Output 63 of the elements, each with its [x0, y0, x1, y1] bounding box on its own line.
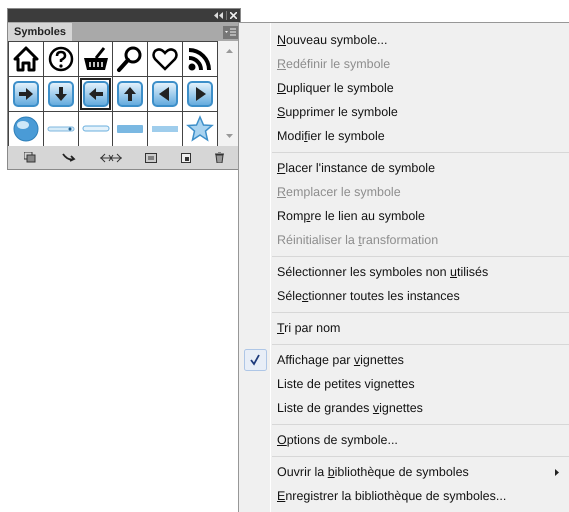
menu-item[interactable]: Sélectionner toutes les instances [239, 284, 569, 308]
place-arrow-icon[interactable] [62, 152, 76, 162]
arrow-down-icon [46, 80, 75, 108]
trash-icon[interactable] [215, 152, 224, 163]
arrow-right-icon [12, 80, 40, 108]
symbol-swatch[interactable] [183, 112, 217, 146]
arrow-left-icon [82, 80, 110, 108]
menu-item[interactable]: Liste de grandes vignettes [239, 396, 569, 420]
scrollbar[interactable] [218, 41, 240, 146]
scroll-up-icon[interactable] [226, 49, 232, 53]
symbol-swatch[interactable] [44, 42, 78, 76]
symbol-swatch[interactable] [44, 112, 78, 146]
symbol-swatch[interactable] [113, 112, 148, 146]
symbol-swatch[interactable] [78, 112, 112, 146]
options-icon[interactable] [145, 152, 158, 162]
help-icon [46, 45, 75, 73]
menu-item[interactable]: Nouveau symbole... [239, 28, 569, 52]
menu-item[interactable]: Options de symbole... [239, 428, 569, 452]
symbol-swatch[interactable] [148, 42, 182, 76]
menu-item[interactable]: Liste de petites vignettes [239, 372, 569, 396]
library-icon[interactable] [24, 152, 38, 164]
menu-item[interactable]: Ouvrir la bibliothèque de symboles [239, 460, 569, 484]
symbol-swatch[interactable] [78, 42, 112, 76]
symbols-tab[interactable]: Symboles [8, 23, 72, 41]
bar-icon [116, 124, 144, 134]
collapse-icon[interactable] [214, 12, 223, 19]
menu-item[interactable]: Sélectionner les symboles non utilisés [239, 260, 569, 284]
symbol-swatch[interactable] [44, 77, 78, 111]
symbol-swatch[interactable] [9, 42, 43, 76]
symbol-swatch[interactable] [113, 77, 148, 111]
close-icon[interactable] [230, 12, 237, 19]
menu-item[interactable]: Rompre le lien au symbole [239, 204, 569, 228]
symbol-swatch[interactable] [9, 77, 43, 111]
break-link-icon[interactable] [100, 152, 122, 162]
symbol-swatch[interactable] [183, 42, 217, 76]
symbol-swatch[interactable] [113, 42, 148, 76]
menu-item[interactable]: Modifier le symbole [239, 124, 569, 148]
arrow-up-icon [116, 80, 144, 108]
house-icon [12, 45, 40, 73]
scroll-down-icon[interactable] [226, 134, 232, 138]
symbol-swatch[interactable] [148, 112, 182, 146]
symbol-swatch[interactable] [78, 77, 112, 111]
new-symbol-icon[interactable] [181, 152, 192, 162]
sphere-icon [12, 115, 40, 143]
basket-icon [82, 45, 110, 73]
symbol-swatch[interactable] [148, 77, 182, 111]
menu-item[interactable]: Supprimer le symbole [239, 100, 569, 124]
star-icon [186, 115, 214, 143]
bar-icon [151, 124, 180, 134]
heart-icon [151, 45, 180, 73]
bar-icon [46, 124, 75, 134]
symbol-swatch[interactable] [183, 77, 217, 111]
triangle-left-icon [151, 80, 180, 108]
symbol-swatch[interactable] [9, 112, 43, 146]
triangle-right-icon [186, 80, 214, 108]
menu-item[interactable]: Tri par nom [239, 316, 569, 340]
menu-item[interactable]: Enregistrer la bibliothèque de symboles... [239, 484, 569, 508]
panel-menu-icon[interactable] [223, 26, 238, 39]
menu-item[interactable]: Dupliquer le symbole [239, 76, 569, 100]
menu-item[interactable]: Affichage par vignettes [239, 348, 569, 372]
search-icon [116, 45, 144, 73]
menu-item[interactable]: Placer l'instance de symbole [239, 156, 569, 180]
bar-icon [82, 124, 110, 134]
